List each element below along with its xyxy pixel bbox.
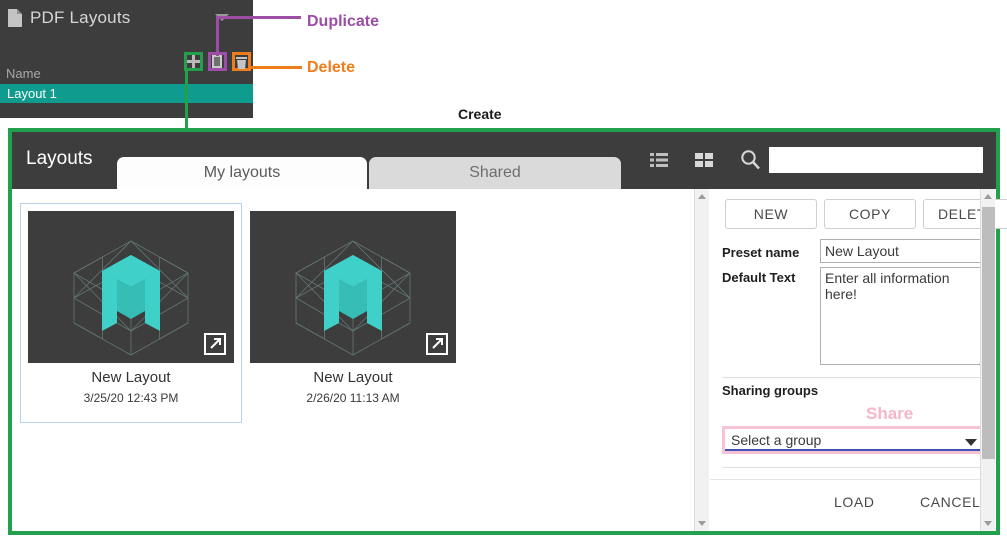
- layout-card-thumbnail: [250, 211, 456, 363]
- scroll-down-arrow-icon[interactable]: [698, 521, 706, 526]
- layouts-dialog-header: Layouts My layouts Shared: [12, 132, 996, 189]
- duplicate-callout-line-horizontal: [216, 16, 301, 19]
- copy-icon: [212, 55, 222, 68]
- load-button[interactable]: LOAD: [834, 489, 875, 515]
- properties-pane-scrollbar[interactable]: [980, 189, 995, 531]
- tab-shared[interactable]: Shared: [369, 157, 621, 189]
- sharing-groups-label: Sharing groups: [722, 383, 818, 398]
- search-input[interactable]: [769, 147, 983, 173]
- layout-card[interactable]: New Layout 2/26/20 11:13 AM: [242, 203, 464, 423]
- layout-row-label: Layout 1: [7, 86, 57, 101]
- external-link-icon[interactable]: [426, 333, 448, 355]
- layouts-dialog: Layouts My layouts Shared: [8, 128, 1000, 535]
- tab-my-layouts-label: My layouts: [204, 164, 280, 181]
- layouts-dialog-body: New Layout 3/25/20 12:43 PM: [12, 189, 996, 531]
- share-callout-label: Share: [866, 404, 913, 424]
- new-button[interactable]: NEW: [725, 199, 817, 229]
- layout-card-date: 3/25/20 12:43 PM: [21, 391, 241, 405]
- tab-my-layouts[interactable]: My layouts: [117, 157, 367, 189]
- default-text-textarea[interactable]: [820, 267, 990, 365]
- create-callout-label: Create: [458, 106, 502, 122]
- layout-card-name: New Layout: [243, 369, 463, 386]
- scrollbar-thumb[interactable]: [982, 207, 995, 459]
- search-icon[interactable]: [740, 149, 761, 170]
- create-callout-line: [185, 70, 188, 129]
- document-icon: [8, 9, 22, 27]
- divider: [722, 467, 990, 468]
- tab-shared-label: Shared: [469, 164, 521, 181]
- screenshot-root: PDF Layouts Name Layout 1 Dupli: [0, 0, 1007, 539]
- preset-name-label: Preset name: [722, 245, 799, 260]
- default-text-label: Default Text: [722, 270, 795, 285]
- name-column-header: Name: [6, 66, 41, 81]
- trash-icon: [236, 56, 247, 68]
- layout-card-name: New Layout: [21, 369, 241, 386]
- external-link-icon[interactable]: [204, 333, 226, 355]
- chevron-down-icon[interactable]: [965, 439, 977, 446]
- delete-callout-label: Delete: [307, 59, 355, 77]
- cards-pane-scrollbar[interactable]: [694, 189, 709, 531]
- duplicate-callout-line-vertical: [216, 16, 219, 56]
- group-select[interactable]: Select a group: [725, 429, 987, 451]
- plus-icon: [187, 55, 200, 68]
- pdf-layouts-title: PDF Layouts: [30, 8, 130, 28]
- group-select-value: Select a group: [731, 432, 821, 448]
- scroll-up-arrow-icon[interactable]: [984, 194, 992, 199]
- grid-view-icon[interactable]: [695, 152, 713, 168]
- cancel-button[interactable]: CANCEL: [920, 489, 980, 515]
- layout-properties-panel: NEW COPY DELETE Preset name Default Text…: [710, 189, 980, 531]
- delete-layout-button[interactable]: [232, 52, 251, 71]
- layout-card-date: 2/26/20 11:13 AM: [243, 391, 463, 405]
- scroll-up-arrow-icon[interactable]: [698, 194, 706, 199]
- duplicate-callout-label: Duplicate: [307, 13, 379, 31]
- group-select-highlight: Select a group: [722, 426, 990, 454]
- copy-button[interactable]: COPY: [824, 199, 916, 229]
- list-view-icon[interactable]: [650, 152, 668, 168]
- layout-card[interactable]: New Layout 3/25/20 12:43 PM: [20, 203, 242, 423]
- delete-callout-line: [250, 66, 302, 69]
- footer-rule: [710, 479, 980, 480]
- layout-card-thumbnail: [28, 211, 234, 363]
- layout-list-row-selected[interactable]: Layout 1: [0, 84, 253, 103]
- preset-name-input[interactable]: [820, 239, 988, 263]
- layouts-card-grid: New Layout 3/25/20 12:43 PM: [12, 189, 694, 531]
- divider: [722, 377, 990, 378]
- create-layout-button[interactable]: [184, 52, 203, 71]
- scroll-down-arrow-icon[interactable]: [984, 521, 992, 526]
- page-title: Layouts: [26, 148, 93, 170]
